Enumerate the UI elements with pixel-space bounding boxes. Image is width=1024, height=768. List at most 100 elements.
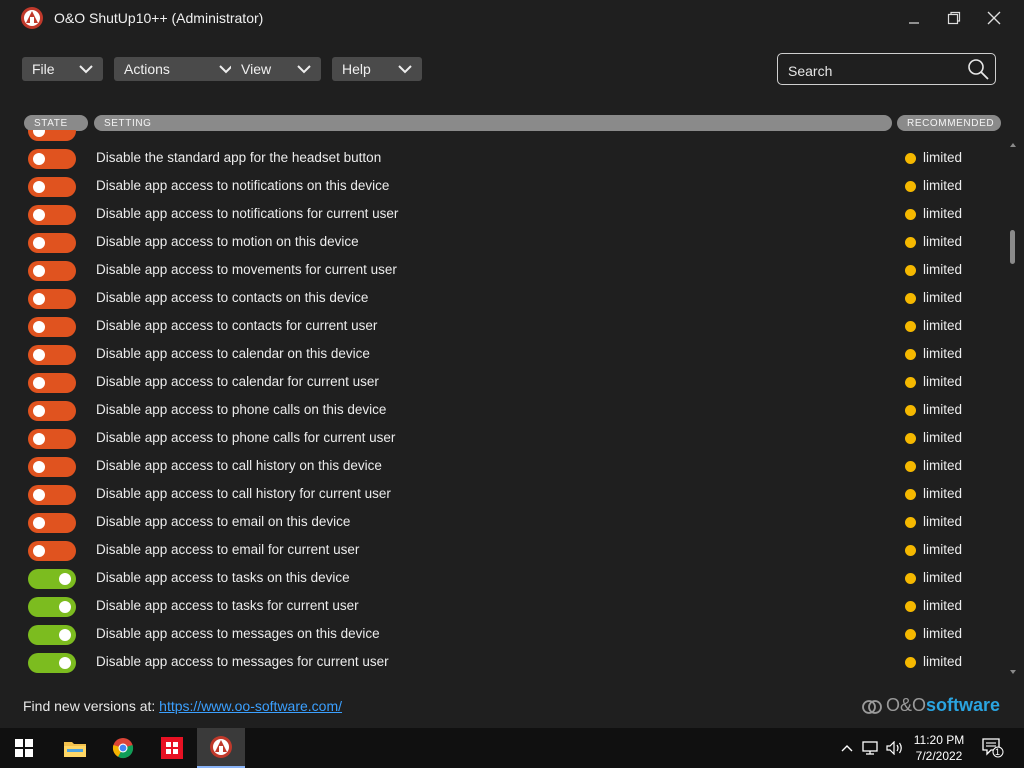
table-row[interactable]: Disable app access to tasks for current … <box>0 592 1008 620</box>
state-toggle[interactable] <box>28 401 76 421</box>
scroll-down-arrow-icon[interactable] <box>1009 668 1017 676</box>
table-row[interactable]: Disable app access to phone calls on thi… <box>0 396 1008 424</box>
state-toggle[interactable] <box>28 485 76 505</box>
table-row[interactable]: Disable app access to call history for c… <box>0 480 1008 508</box>
table-row[interactable]: Disable app access to email on this devi… <box>0 508 1008 536</box>
taskbar-shutup10[interactable] <box>197 728 245 768</box>
menu-help[interactable]: Help <box>332 57 422 81</box>
setting-label: Disable app access to calendar on this d… <box>96 346 370 361</box>
recommendation-label: limited <box>923 458 963 473</box>
minimize-button[interactable] <box>900 6 928 30</box>
recommendation-dot-icon <box>905 293 916 304</box>
state-toggle[interactable] <box>28 317 76 337</box>
state-toggle[interactable] <box>28 177 76 197</box>
table-row[interactable]: Disable app access to phone calls for cu… <box>0 424 1008 452</box>
menu-view[interactable]: View <box>231 57 321 81</box>
column-recommended-label: RECOMMENDED <box>907 117 995 129</box>
taskbar-store[interactable] <box>148 728 196 768</box>
recommendation-label: limited <box>923 542 963 557</box>
setting-label: Disable app access to tasks for current … <box>96 598 359 613</box>
setting-label: Disable app access to movements for curr… <box>96 262 397 277</box>
table-row[interactable] <box>0 676 1008 681</box>
restore-button[interactable] <box>940 6 968 30</box>
state-toggle[interactable] <box>28 233 76 253</box>
recommendation-label: limited <box>923 346 963 361</box>
table-row[interactable]: Disable app access to call history on th… <box>0 452 1008 480</box>
state-toggle[interactable] <box>28 597 76 617</box>
recommendation-label: limited <box>923 626 963 641</box>
state-toggle[interactable] <box>28 345 76 365</box>
network-icon <box>862 741 878 755</box>
column-header-state[interactable]: STATE <box>24 115 88 131</box>
show-hidden-icons-button[interactable] <box>838 728 856 768</box>
state-toggle[interactable] <box>28 149 76 169</box>
table-row[interactable]: Disable app access to notifications on t… <box>0 172 1008 200</box>
table-row[interactable]: Disable app access to contacts for curre… <box>0 312 1008 340</box>
state-toggle[interactable] <box>28 289 76 309</box>
state-toggle[interactable] <box>28 130 76 141</box>
state-toggle[interactable] <box>28 541 76 561</box>
network-status[interactable] <box>861 728 881 768</box>
store-icon <box>161 737 183 759</box>
toggle-knob <box>33 489 45 501</box>
taskbar-file-explorer[interactable] <box>51 728 99 768</box>
table-row[interactable]: Disable app access to messages on this d… <box>0 620 1008 648</box>
recommendation-dot-icon <box>905 601 916 612</box>
toggle-knob <box>33 545 45 557</box>
setting-label: Disable app access to phone calls for cu… <box>96 430 396 445</box>
brand-logo: O&O software <box>862 695 1012 717</box>
state-toggle[interactable] <box>28 457 76 477</box>
table-row[interactable]: Disable app access to calendar on this d… <box>0 340 1008 368</box>
table-row[interactable]: Disable app access to notifications for … <box>0 200 1008 228</box>
clock-time: 11:20 PM <box>913 733 965 747</box>
windows-start-icon <box>15 739 33 757</box>
scrollbar-thumb[interactable] <box>1010 230 1015 264</box>
title-bar: O&O ShutUp10++ (Administrator) <box>0 0 1024 36</box>
start-button[interactable] <box>0 728 48 768</box>
column-header-recommended[interactable]: RECOMMENDED <box>897 115 1001 131</box>
state-toggle[interactable] <box>28 625 76 645</box>
taskbar-chrome[interactable] <box>99 728 147 768</box>
state-toggle[interactable] <box>28 205 76 225</box>
close-button[interactable] <box>980 6 1008 30</box>
state-toggle[interactable] <box>28 261 76 281</box>
taskbar-clock[interactable]: 11:20 PM 7/2/2022 <box>906 732 972 764</box>
table-row[interactable]: Disable app access to messages for curre… <box>0 648 1008 676</box>
table-row[interactable] <box>0 130 1008 144</box>
table-row[interactable]: Disable app access to contacts on this d… <box>0 284 1008 312</box>
state-toggle[interactable] <box>28 513 76 533</box>
recommendation-label: limited <box>923 486 963 501</box>
oo-brand-icon <box>862 700 882 714</box>
minimize-icon <box>909 22 919 24</box>
recommendation-label: limited <box>923 514 963 529</box>
state-toggle[interactable] <box>28 429 76 449</box>
menu-help-label: Help <box>342 61 371 77</box>
table-row[interactable]: Disable app access to calendar for curre… <box>0 368 1008 396</box>
toggle-knob <box>33 265 45 277</box>
website-link[interactable]: https://www.oo-software.com/ <box>159 698 342 714</box>
state-toggle[interactable] <box>28 373 76 393</box>
brand-prefix: O&O <box>886 695 927 715</box>
table-row[interactable]: Disable app access to motion on this dev… <box>0 228 1008 256</box>
search-box <box>777 53 996 85</box>
table-row[interactable]: Disable the standard app for the headset… <box>0 144 1008 172</box>
setting-label: Disable app access to messages on this d… <box>96 626 380 641</box>
recommendation-label: limited <box>923 178 963 193</box>
search-input[interactable] <box>786 60 960 82</box>
brand-suffix: software <box>926 695 1001 715</box>
recommendation-dot-icon <box>905 489 916 500</box>
table-row[interactable]: Disable app access to tasks on this devi… <box>0 564 1008 592</box>
volume-control[interactable] <box>884 728 906 768</box>
action-center-button[interactable]: 1 <box>978 728 1008 768</box>
table-row[interactable]: Disable app access to email for current … <box>0 536 1008 564</box>
table-row[interactable]: Disable app access to movements for curr… <box>0 256 1008 284</box>
search-icon[interactable] <box>966 57 990 81</box>
state-toggle[interactable] <box>28 653 76 673</box>
menu-file[interactable]: File <box>22 57 103 81</box>
state-toggle[interactable] <box>28 569 76 589</box>
scroll-up-arrow-icon[interactable] <box>1009 141 1017 149</box>
recommendation-label: limited <box>923 262 963 277</box>
menu-actions[interactable]: Actions <box>114 57 243 81</box>
app-logo-icon <box>21 7 43 29</box>
column-header-setting[interactable]: SETTING <box>94 115 892 131</box>
